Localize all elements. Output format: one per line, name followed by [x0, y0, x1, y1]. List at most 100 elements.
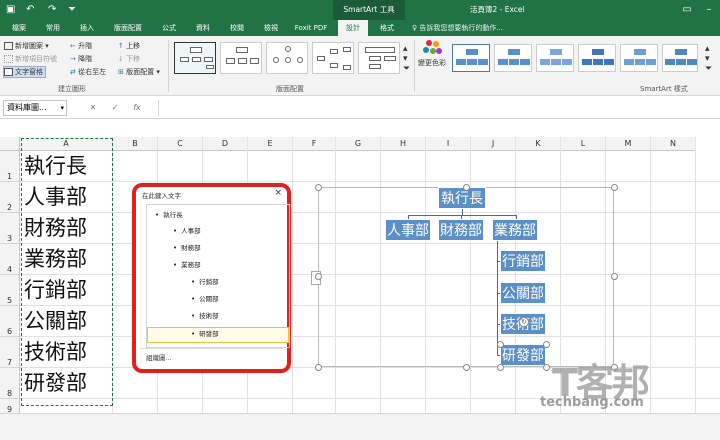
column-header-n[interactable]: N	[651, 137, 696, 151]
tab-view[interactable]: 檢視	[256, 20, 286, 36]
style-option-1[interactable]	[452, 44, 490, 72]
org-chart-node[interactable]: 研發部	[500, 344, 546, 366]
tab-review[interactable]: 校閱	[222, 20, 252, 36]
column-header-i[interactable]: I	[426, 137, 471, 151]
layout-option-horizontal-hierarchy[interactable]	[312, 42, 354, 74]
layout-option-circle-hierarchy[interactable]	[266, 42, 308, 74]
column-header-m[interactable]: M	[606, 137, 651, 151]
text-pane-item[interactable]: • 執行長	[155, 209, 183, 219]
insert-function-button[interactable]: fx	[126, 100, 148, 116]
tab-data[interactable]: 資料	[188, 20, 218, 36]
org-chart-node[interactable]: 財務部	[438, 219, 484, 241]
formula-input[interactable]	[158, 100, 720, 116]
resize-handle[interactable]	[611, 184, 618, 191]
tab-file[interactable]: 檔案	[4, 20, 34, 36]
move-down-button[interactable]: ↓ 下移	[118, 54, 140, 64]
select-all-corner[interactable]	[0, 137, 20, 151]
resize-handle[interactable]	[497, 341, 504, 348]
cell-a3[interactable]: 財務部	[24, 213, 87, 243]
text-pane-item[interactable]: • 技術部	[191, 310, 219, 320]
row-header-4[interactable]: 4	[0, 244, 20, 275]
row-header-6[interactable]: 6	[0, 306, 20, 337]
minimize-icon[interactable]: –	[698, 0, 720, 20]
smartart-frame[interactable]	[318, 187, 614, 367]
style-option-3[interactable]	[536, 44, 574, 72]
cell-a8[interactable]: 研發部	[24, 368, 87, 398]
tab-design[interactable]: 設計	[338, 20, 368, 36]
tab-foxit-pdf[interactable]: Foxit PDF	[290, 20, 332, 36]
resize-handle[interactable]	[543, 364, 550, 371]
row-header-1[interactable]: 1	[0, 151, 20, 182]
save-icon[interactable]: ▣	[6, 3, 15, 17]
customize-qat-icon[interactable]: ⏷	[68, 3, 76, 17]
cell-a6[interactable]: 公關部	[24, 306, 87, 336]
styles-scroll-icon[interactable]: ▴ ▾ ⏷	[705, 44, 712, 74]
column-header-g[interactable]: G	[336, 137, 381, 151]
row-header-7[interactable]: 7	[0, 337, 20, 368]
enter-icon[interactable]: ✓	[104, 100, 126, 116]
row-header-8[interactable]: 8	[0, 368, 20, 399]
org-chart-node[interactable]: 人事部	[385, 219, 431, 241]
tell-me-search[interactable]: ♀ 告訴我您想要執行的動作...	[412, 20, 503, 36]
tab-insert[interactable]: 插入	[72, 20, 102, 36]
change-colors-button[interactable]: 變更色彩	[418, 40, 446, 80]
row-header-3[interactable]: 3	[0, 213, 20, 244]
right-to-left-button[interactable]: ⇄ 從右至左	[70, 67, 106, 77]
text-pane-item[interactable]: • 業務部	[173, 259, 201, 269]
style-option-4[interactable]	[578, 44, 616, 72]
org-chart-node[interactable]: 公關部	[500, 282, 546, 304]
chevron-down-icon[interactable]: ▾	[60, 101, 64, 115]
tab-page-layout[interactable]: 版面配置	[106, 20, 150, 36]
move-up-button[interactable]: ↑ 上移	[118, 41, 140, 51]
style-option-5[interactable]	[620, 44, 658, 72]
layout-option-org-chart[interactable]	[174, 42, 216, 74]
row-header-2[interactable]: 2	[0, 182, 20, 213]
column-header-d[interactable]: D	[203, 137, 248, 151]
column-header-b[interactable]: B	[113, 137, 158, 151]
column-header-l[interactable]: L	[561, 137, 606, 151]
ribbon-options-icon[interactable]: ▭	[676, 0, 698, 20]
column-header-e[interactable]: E	[248, 137, 293, 151]
org-chart-node[interactable]: 行銷部	[500, 250, 546, 272]
cell-a7[interactable]: 技術部	[24, 337, 87, 367]
tab-home[interactable]: 常用	[38, 20, 68, 36]
layout-option-name-title[interactable]	[220, 42, 262, 74]
resize-handle[interactable]	[611, 273, 618, 280]
resize-handle[interactable]	[315, 184, 322, 191]
rotate-handle-icon[interactable]: ↻	[519, 317, 529, 327]
cancel-icon[interactable]: ✕	[82, 100, 104, 116]
row-header-5[interactable]: 5	[0, 275, 20, 306]
add-bullet-button[interactable]: 新增項目符號	[4, 54, 57, 64]
style-option-2[interactable]	[494, 44, 532, 72]
resize-handle[interactable]	[463, 364, 470, 371]
org-chart-node[interactable]: 執行長	[438, 187, 486, 209]
add-shape-button[interactable]: 新增圖案 ▾	[4, 41, 49, 51]
redo-icon[interactable]: ↷	[48, 3, 56, 17]
text-pane-item[interactable]: • 人事部	[173, 225, 201, 235]
column-header-f[interactable]: F	[293, 137, 336, 151]
layout-option-hierarchy-list[interactable]	[358, 42, 400, 74]
layouts-scroll-icon[interactable]: ▴ ▾ ⏷	[403, 44, 410, 74]
column-header-h[interactable]: H	[381, 137, 426, 151]
text-pane-list[interactable]: • 執行長 • 人事部 • 財務部 • 業務部 • 行銷部 • 公關部 • 技術部 • 研發部	[146, 204, 290, 348]
column-header-c[interactable]: C	[158, 137, 203, 151]
resize-handle[interactable]	[315, 273, 322, 280]
demote-button[interactable]: → 降階	[70, 54, 92, 64]
resize-handle[interactable]	[497, 364, 504, 371]
text-pane-item[interactable]: • 行銷部	[191, 276, 219, 286]
promote-button[interactable]: ← 升階	[70, 41, 92, 51]
name-box[interactable]: 資料庫圖... ▾	[3, 100, 67, 116]
cell-a1[interactable]: 執行長	[24, 151, 87, 181]
resize-handle[interactable]	[463, 184, 470, 191]
text-pane-button[interactable]: 文字窗格	[3, 66, 46, 78]
column-header-k[interactable]: K	[516, 137, 561, 151]
resize-handle[interactable]	[543, 341, 550, 348]
text-pane-item[interactable]: • 財務部	[173, 242, 201, 252]
column-header-j[interactable]: J	[471, 137, 516, 151]
org-chart-node[interactable]: 業務部	[492, 219, 538, 241]
tab-format[interactable]: 格式	[372, 20, 402, 36]
cell-a5[interactable]: 行銷部	[24, 275, 87, 305]
tab-formulas[interactable]: 公式	[154, 20, 184, 36]
smartart-text-pane[interactable]: 在此鍵入文字 × • 執行長 • 人事部 • 財務部 • 業務部 • 行銷部 • 公關部 • 技術部 • 研發…	[132, 183, 291, 373]
text-pane-item[interactable]: • 公關部	[191, 293, 219, 303]
